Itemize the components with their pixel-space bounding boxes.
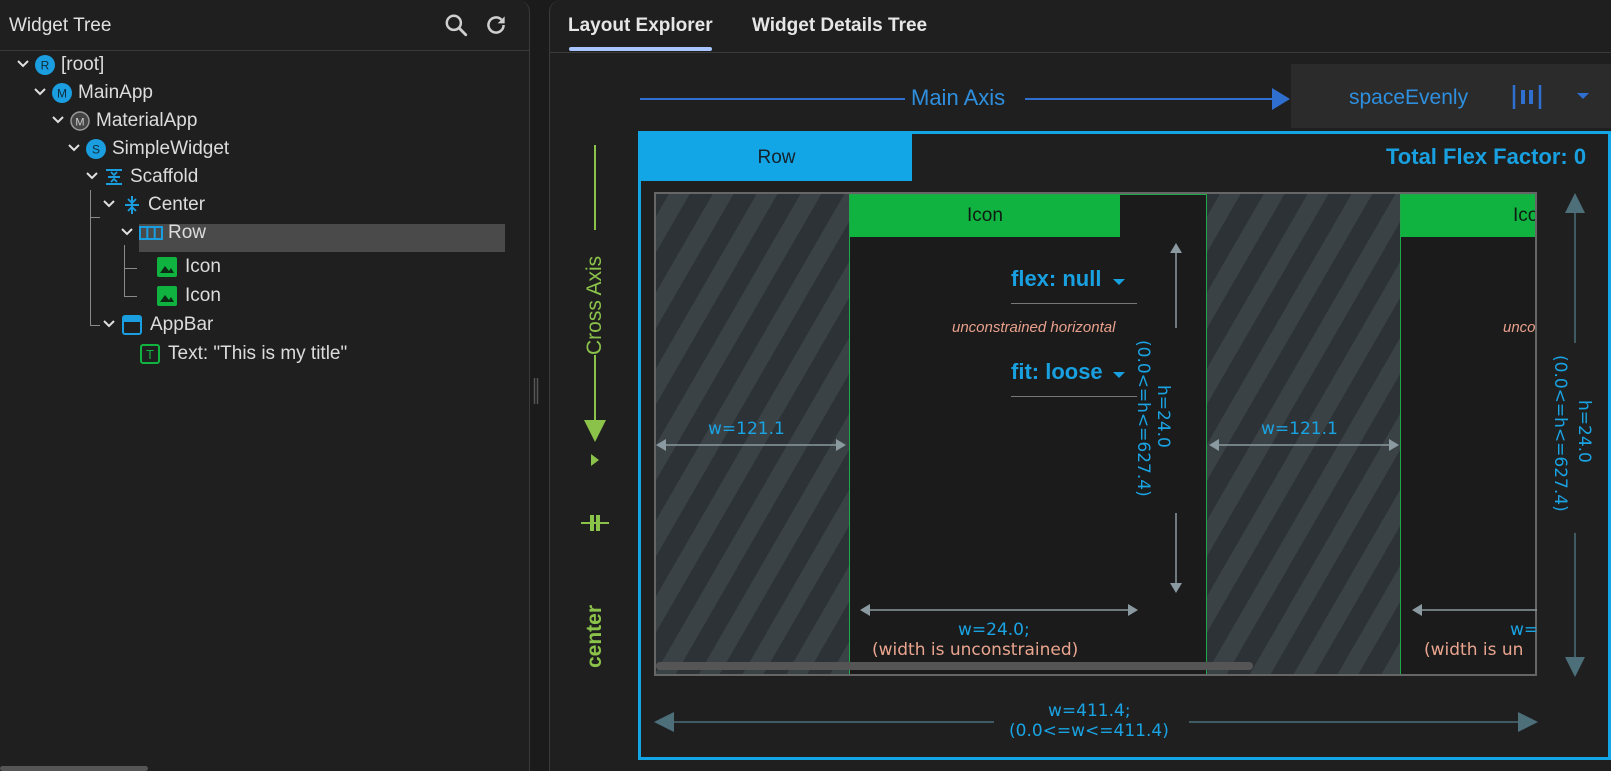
simplewidget-badge-icon: S [86,139,106,159]
child-label: Icon [850,195,1120,237]
tree-item-label: Scaffold [130,166,199,187]
row-horizontal-scrollbar[interactable] [656,662,1253,670]
child-label: Icon [1401,195,1535,237]
root-badge-icon: R [35,55,55,75]
tree-item-row[interactable]: Row [0,219,520,247]
svg-text:M: M [57,87,67,101]
dropdown-arrow-icon [1577,93,1589,99]
fit-dropdown[interactable]: fit: loose [1011,359,1103,385]
widget-tree-title: Widget Tree [9,15,112,36]
svg-text:S: S [92,143,100,157]
dropdown-arrow-icon [1113,372,1125,378]
flex-underline [1011,303,1137,304]
main-axis-label: Main Axis [911,85,1006,110]
cross-axis-label: Cross Axis [583,255,606,355]
child-height-range: (0.0<=h<=627.4) [1133,340,1153,497]
cross-axis-alignment-value[interactable]: center [583,605,607,668]
scaffold-icon [106,169,122,185]
child-width-arrow [860,604,1138,616]
tree-item-mainapp[interactable]: M MainApp [0,79,520,107]
tree-item-label: MainApp [78,82,153,103]
mainapp-badge-icon: M [52,83,72,103]
split-handle-icon[interactable] [533,378,539,404]
chevron-down-icon[interactable] [67,141,81,155]
tree-item-label: Text: "This is my title" [168,343,348,364]
tree-item-label: [root] [61,54,105,75]
tree-item-root[interactable]: R [root] [0,51,520,79]
total-flex-factor: Total Flex Factor: 0 [1386,144,1587,169]
row-height-value: h=24.0 [1574,400,1594,463]
flex-dropdown[interactable]: flex: null [1011,266,1101,292]
free-space-width: w=121.1 [1261,419,1338,439]
tree-item-materialapp[interactable]: M MaterialApp [0,107,520,135]
align-center-icon [581,515,609,531]
image-icon [157,286,177,306]
fit-underline [1011,396,1137,397]
tree-item-text[interactable]: T Text: "This is my title" [0,340,520,368]
unconstrained-note: unconstrained horizontal [952,319,1116,336]
chevron-down-icon[interactable] [16,57,30,71]
child-width-note: (width is unconstrained) [872,640,1079,660]
tab-widget-details-tree[interactable]: Widget Details Tree [752,15,927,37]
tree-item-icon[interactable]: Icon [0,282,520,310]
chevron-down-icon[interactable] [51,113,65,127]
text-icon: T [140,344,160,364]
tree-item-label: SimpleWidget [112,138,230,159]
free-space-width-arrow [1209,439,1399,451]
space-evenly-icon [1512,85,1542,109]
svg-text:M: M [75,117,84,129]
chevron-down-icon[interactable] [85,169,99,183]
svg-text:T: T [146,347,154,362]
cross-axis-dropdown-icon[interactable] [589,453,601,467]
tree-item-scaffold[interactable]: Scaffold [0,163,520,191]
material-logo-icon: M [70,111,90,131]
tree-item-label: MaterialApp [96,110,198,131]
child-width-value: w= [1510,620,1537,640]
tree-item-simplewidget[interactable]: S SimpleWidget [0,135,520,163]
tree-item-center[interactable]: Center [0,191,520,219]
row-width-range: (0.0<=w<=411.4) [1009,721,1169,741]
tab-layout-explorer[interactable]: Layout Explorer [568,15,713,37]
horizontal-scrollbar[interactable] [0,766,148,771]
unconstrained-note: unco [1503,319,1536,336]
widget-tree-header: Widget Tree [0,0,529,51]
chevron-down-icon[interactable] [102,197,116,211]
main-axis-alignment-value: spaceEvenly [1349,86,1469,109]
tree-item-appbar[interactable]: AppBar [0,311,520,339]
child-height-value: h=24.0 [1153,385,1173,448]
row-height-range: (0.0<=h<=627.4) [1550,355,1570,512]
child-width-arrow [1412,604,1537,616]
appbar-icon [122,315,142,335]
refresh-icon[interactable] [483,12,509,38]
dropdown-arrow-icon [1113,279,1125,285]
child-width-value: w=24.0; [958,620,1030,640]
tree-item-label: Center [148,194,206,215]
details-tabs: Layout Explorer Widget Details Tree [549,0,1611,53]
child-width-note: (width is un [1424,640,1524,660]
active-tab-indicator [569,47,712,51]
row-width-value: w=411.4; [1048,701,1131,721]
main-axis-alignment-dropdown[interactable]: spaceEvenly [1291,64,1611,128]
chevron-down-icon[interactable] [33,85,47,99]
tree-item-label: Row [168,222,207,243]
svg-text:R: R [41,59,50,73]
tree-item-icon[interactable]: Icon [0,253,520,281]
chevron-down-icon[interactable] [120,225,134,239]
center-icon [125,196,139,214]
free-space-width: w=121.1 [708,419,785,439]
tree-item-label: Icon [185,285,221,306]
chevron-down-icon[interactable] [102,317,116,331]
search-icon[interactable] [443,12,469,38]
tree-item-label: AppBar [150,314,214,335]
row-label: Row [641,134,912,181]
tree-item-label: Icon [185,256,221,277]
free-space-width-arrow [656,439,846,451]
row-icon [139,226,163,240]
image-icon [157,257,177,277]
